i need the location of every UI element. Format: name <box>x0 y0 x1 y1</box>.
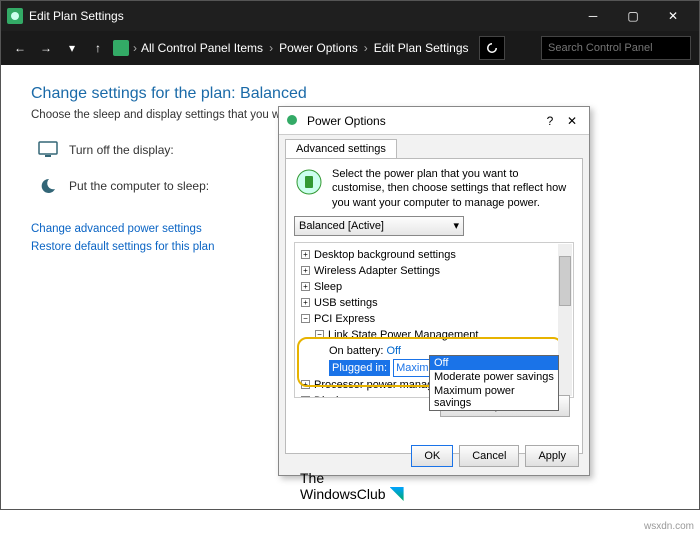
battery-icon <box>294 167 324 197</box>
toolbar: ← → ▾ ↑ › All Control Panel Items › Powe… <box>1 31 699 65</box>
plan-select[interactable]: Balanced [Active] ▾ <box>294 216 464 236</box>
dialog-description: Select the power plan that you want to c… <box>332 167 574 210</box>
refresh-button[interactable] <box>479 36 505 60</box>
back-button[interactable]: ← <box>9 37 31 59</box>
app-icon <box>7 8 23 24</box>
search-input[interactable] <box>541 36 691 60</box>
brand-logo: The WindowsClub <box>300 470 404 502</box>
forward-button[interactable]: → <box>35 37 57 59</box>
chevron-down-icon: ▾ <box>453 219 459 232</box>
tree-link-state[interactable]: −Link State Power Management <box>301 327 555 343</box>
watermark: wsxdn.com <box>644 521 694 532</box>
plan-select-value: Balanced [Active] <box>299 220 384 232</box>
moon-icon <box>37 175 59 197</box>
row-sleep-label: Put the computer to sleep: <box>69 179 209 193</box>
apply-button[interactable]: Apply <box>525 445 579 467</box>
power-options-dialog: Power Options ? ✕ Advanced settings Sele… <box>278 106 590 476</box>
tab-advanced[interactable]: Advanced settings <box>285 139 397 158</box>
option-off[interactable]: Off <box>430 356 558 370</box>
breadcrumb: All Control Panel Items › Power Options … <box>141 41 469 55</box>
tree-sleep[interactable]: +Sleep <box>301 279 555 295</box>
tree-usb[interactable]: +USB settings <box>301 295 555 311</box>
option-moderate[interactable]: Moderate power savings <box>430 370 558 384</box>
crumb-all-items[interactable]: All Control Panel Items <box>141 41 263 55</box>
dialog-close-button[interactable]: ✕ <box>561 114 583 128</box>
dialog-footer: OK Cancel Apply <box>411 445 579 467</box>
tree-wireless[interactable]: +Wireless Adapter Settings <box>301 263 555 279</box>
dialog-titlebar: Power Options ? ✕ <box>279 107 589 135</box>
option-maximum[interactable]: Maximum power savings <box>430 384 558 410</box>
crumb-edit-plan[interactable]: Edit Plan Settings <box>374 41 469 55</box>
tabs: Advanced settings <box>279 135 589 158</box>
scrollbar[interactable] <box>558 244 572 396</box>
window-title: Edit Plan Settings <box>29 9 573 23</box>
close-button[interactable]: ✕ <box>653 1 693 31</box>
power-icon <box>285 113 301 129</box>
ok-button[interactable]: OK <box>411 445 453 467</box>
tree-desktop-bg[interactable]: +Desktop background settings <box>301 247 555 263</box>
crumb-power-options[interactable]: Power Options <box>279 41 358 55</box>
dialog-title: Power Options <box>307 114 539 128</box>
dropdown-history-icon[interactable]: ▾ <box>61 37 83 59</box>
path-icon <box>113 40 129 56</box>
monitor-icon <box>37 139 59 161</box>
help-button[interactable]: ? <box>539 114 561 128</box>
maximize-button[interactable]: ▢ <box>613 1 653 31</box>
titlebar: Edit Plan Settings ─ ▢ ✕ <box>1 1 699 31</box>
minimize-button[interactable]: ─ <box>573 1 613 31</box>
row-display-label: Turn off the display: <box>69 143 174 157</box>
page-heading: Change settings for the plan: Balanced <box>31 85 669 103</box>
up-button[interactable]: ↑ <box>87 37 109 59</box>
cancel-button[interactable]: Cancel <box>459 445 519 467</box>
dropdown-list[interactable]: Off Moderate power savings Maximum power… <box>429 355 559 411</box>
tree-pci[interactable]: −PCI Express <box>301 311 555 327</box>
